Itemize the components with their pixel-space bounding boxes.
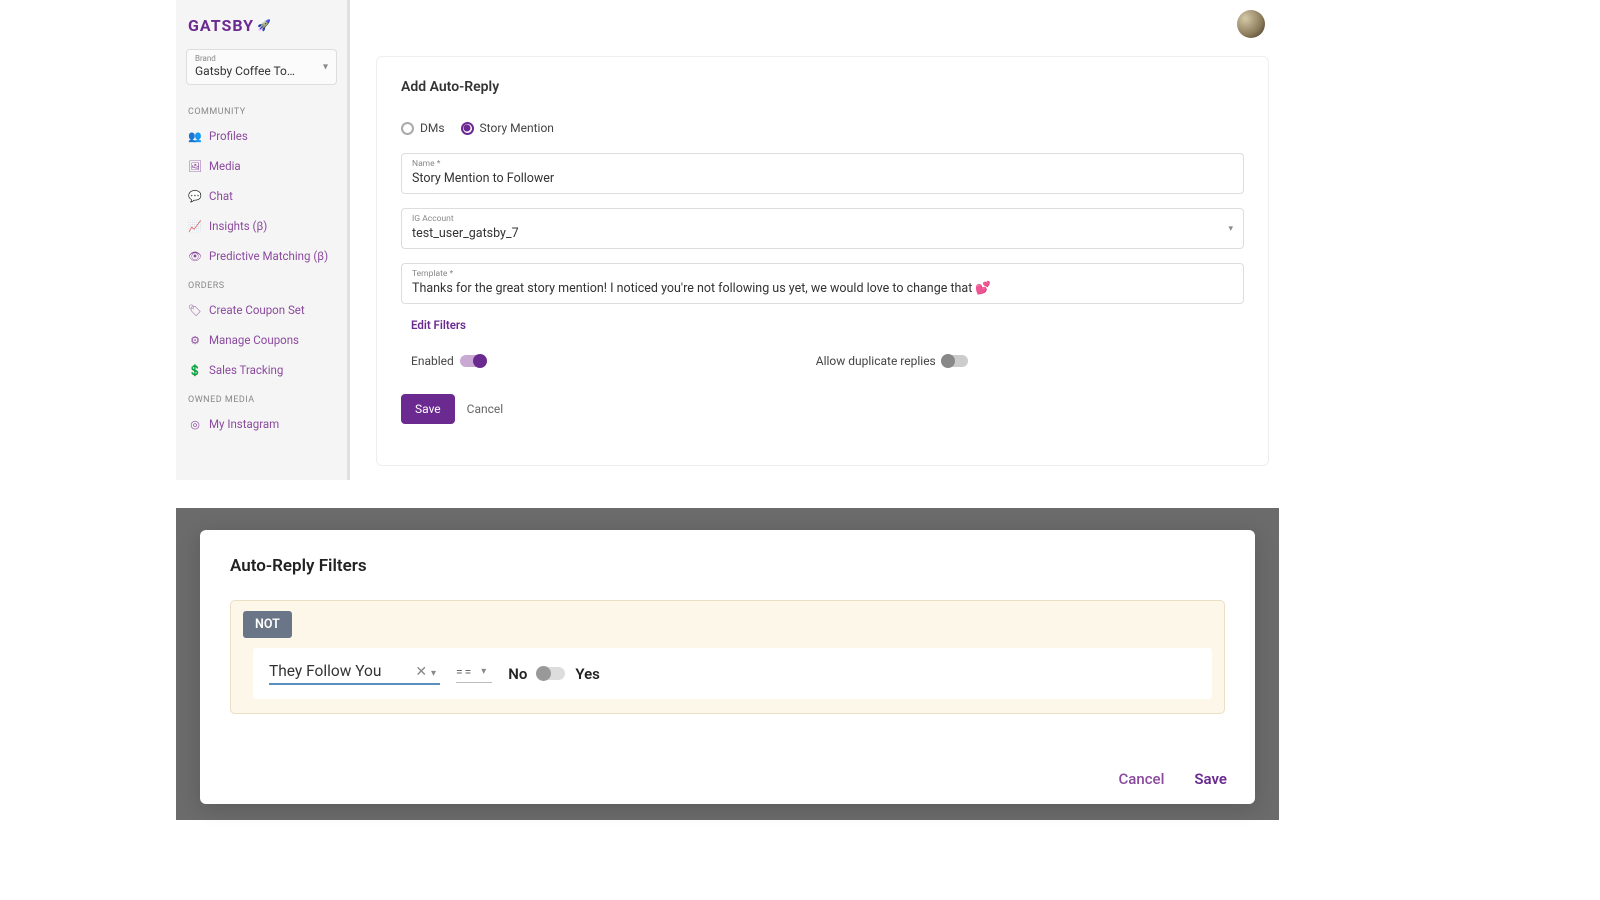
sidebar-item-profiles[interactable]: 👥 Profiles — [176, 121, 347, 151]
sidebar-item-label: Create Coupon Set — [209, 303, 305, 317]
ig-account-field[interactable]: IG Account test_user_gatsby_7 ▾ — [401, 208, 1244, 249]
value-toggle[interactable] — [537, 667, 565, 680]
sidebar-item-label: Sales Tracking — [209, 363, 283, 377]
section-header: OWNED MEDIA — [176, 391, 347, 409]
sidebar-item-create-coupon[interactable]: 🏷 Create Coupon Set — [176, 295, 347, 325]
edit-filters-link[interactable]: Edit Filters — [411, 318, 1244, 332]
modal-save-button[interactable]: Save — [1194, 770, 1227, 788]
filter-group: NOT They Follow You ✕ ▾ == ▾ No Yes — [230, 600, 1225, 714]
clear-icon[interactable]: ✕ — [415, 664, 427, 680]
sidebar-item-chat[interactable]: 💬 Chat — [176, 181, 347, 211]
brand-selector[interactable]: Brand Gatsby Coffee To… ▾ — [186, 49, 337, 85]
page-title: Add Auto-Reply — [401, 79, 1244, 95]
rocket-icon: 🚀 — [257, 19, 272, 32]
name-field[interactable]: Name * Story Mention to Follower — [401, 153, 1244, 194]
chevron-down-icon: ▾ — [431, 668, 436, 679]
chevron-down-icon: ▾ — [481, 666, 488, 677]
create-coupon-icon: 🏷 — [188, 304, 202, 317]
chevron-down-icon: ▾ — [323, 62, 328, 73]
sidebar-item-sales-tracking[interactable]: 💲 Sales Tracking — [176, 355, 347, 385]
section-header: ORDERS — [176, 277, 347, 295]
cancel-button[interactable]: Cancel — [467, 402, 504, 416]
sidebar-item-my-instagram[interactable]: ◎ My Instagram — [176, 409, 347, 439]
main-card: Add Auto-Reply DMs Story Mention Name * … — [376, 56, 1269, 466]
not-badge[interactable]: NOT — [243, 611, 292, 638]
sidebar-item-label: Media — [209, 159, 241, 173]
sales-tracking-icon: 💲 — [188, 364, 202, 377]
logo: GATSBY🚀 — [176, 12, 347, 39]
brand-label: Brand — [195, 54, 328, 63]
media-icon: 🖼 — [188, 160, 202, 173]
my-instagram-icon: ◎ — [188, 418, 202, 431]
condition-row: They Follow You ✕ ▾ == ▾ No Yes — [253, 648, 1212, 699]
modal-title: Auto-Reply Filters — [230, 556, 1225, 576]
template-field[interactable]: Template * Thanks for the great story me… — [401, 263, 1244, 304]
sidebar-item-insights[interactable]: 📈 Insights (β) — [176, 211, 347, 241]
sidebar-item-label: Chat — [209, 189, 233, 203]
filters-modal: Auto-Reply Filters NOT They Follow You ✕… — [200, 530, 1255, 804]
radio-dms[interactable]: DMs — [401, 121, 445, 135]
radio-story-mention[interactable]: Story Mention — [461, 121, 554, 135]
value-yes-label: Yes — [575, 665, 600, 683]
sidebar-item-manage-coupons[interactable]: ⚙ Manage Coupons — [176, 325, 347, 355]
sidebar-item-label: Insights (β) — [209, 219, 267, 233]
sidebar-item-media[interactable]: 🖼 Media — [176, 151, 347, 181]
profiles-icon: 👥 — [188, 130, 202, 143]
sidebar-item-label: Manage Coupons — [209, 333, 299, 347]
predictive-icon: 👁 — [188, 250, 202, 263]
condition-field-dropdown[interactable]: They Follow You ✕ ▾ — [269, 662, 440, 685]
operator-dropdown[interactable]: == ▾ — [456, 665, 492, 683]
modal-backdrop: Auto-Reply Filters NOT They Follow You ✕… — [176, 508, 1279, 820]
sidebar-item-label: Predictive Matching (β) — [209, 249, 328, 263]
manage-coupons-icon: ⚙ — [188, 334, 202, 347]
sidebar: GATSBY🚀 Brand Gatsby Coffee To… ▾ COMMUN… — [176, 0, 350, 480]
chat-icon: 💬 — [188, 190, 202, 203]
enabled-toggle[interactable] — [460, 355, 486, 367]
sidebar-item-label: My Instagram — [209, 417, 279, 431]
duplicates-label: Allow duplicate replies — [816, 354, 936, 368]
value-no-label: No — [508, 665, 527, 683]
brand-value: Gatsby Coffee To… — [195, 64, 328, 78]
radio-icon-selected — [461, 122, 474, 135]
radio-icon — [401, 122, 414, 135]
save-button[interactable]: Save — [401, 394, 455, 424]
chevron-down-icon: ▾ — [1228, 224, 1233, 234]
avatar[interactable] — [1237, 10, 1265, 38]
insights-icon: 📈 — [188, 220, 202, 233]
modal-cancel-button[interactable]: Cancel — [1118, 770, 1164, 788]
enabled-label: Enabled — [411, 354, 454, 368]
reply-type-radios: DMs Story Mention — [401, 121, 1244, 135]
section-header: COMMUNITY — [176, 103, 347, 121]
sidebar-item-predictive[interactable]: 👁 Predictive Matching (β) — [176, 241, 347, 271]
sidebar-item-label: Profiles — [209, 129, 248, 143]
duplicates-toggle[interactable] — [942, 355, 968, 367]
